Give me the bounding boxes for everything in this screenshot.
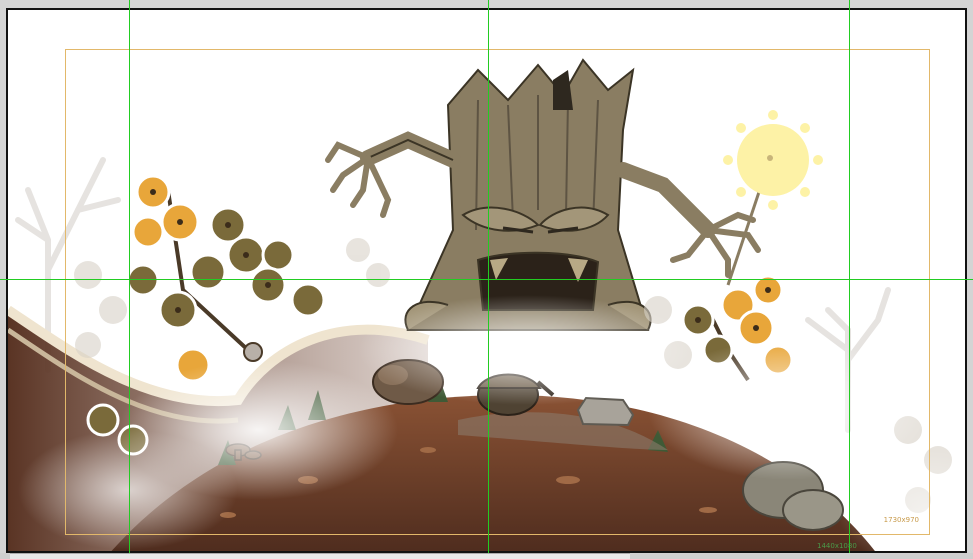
bottom-panel-tab[interactable] — [10, 553, 630, 559]
game-scene-canvas[interactable] — [6, 8, 967, 553]
canvas-size-label-inner: 1440x1080 — [817, 542, 857, 550]
canvas-size-label-outer: 1730x970 — [883, 516, 919, 524]
editor-viewport[interactable]: 1730x970 1440x1080 — [0, 0, 973, 559]
sun — [723, 110, 823, 286]
guide-line-horizontal[interactable] — [0, 279, 973, 280]
tree-monster — [325, 58, 761, 331]
rock — [576, 396, 635, 427]
